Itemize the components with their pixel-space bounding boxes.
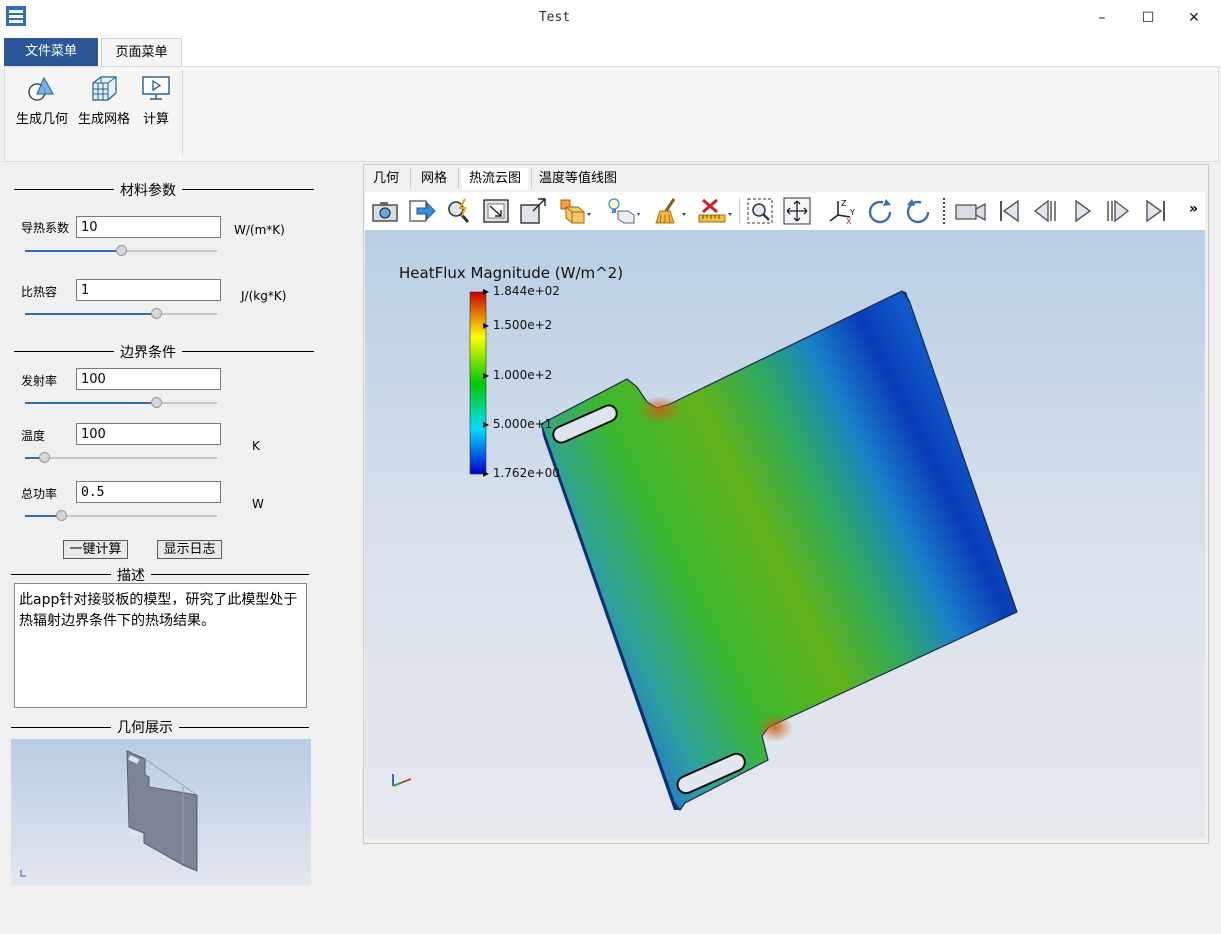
heat-capacity-unit: J/(kg*K) [241, 289, 287, 303]
geometry-icon [28, 76, 55, 101]
first-frame-icon[interactable] [995, 197, 1023, 225]
toolbar-overflow-button[interactable]: » [1189, 201, 1198, 217]
legend-tick-100-value: 1.000e+2 [492, 368, 553, 382]
power-label: 总功率 [21, 487, 58, 501]
maximize-button[interactable]: ☐ [1126, 6, 1170, 30]
zoom-box-icon[interactable] [519, 197, 547, 225]
export-icon[interactable] [408, 197, 436, 225]
generate-mesh-label: 生成网格 [77, 112, 130, 127]
heat-capacity-label: 比热容 [21, 285, 58, 299]
svg-text:Y: Y [849, 208, 855, 217]
last-frame-icon[interactable] [1142, 197, 1170, 225]
ribbon-separator [182, 70, 183, 156]
tab-file-menu[interactable]: 文件菜单 [4, 38, 98, 66]
generate-mesh-button[interactable]: 生成网格 [76, 70, 132, 142]
window-title: Test [538, 10, 571, 25]
tab-heatflux-contour[interactable]: 热流云图 [462, 168, 528, 190]
emissivity-label: 发射率 [21, 374, 58, 388]
description-text: 此app针对接驳板的模型，研究了此模型处于热辐射边界条件下的热场结果。 [14, 583, 307, 708]
tab-mesh[interactable]: 网格 [414, 168, 454, 190]
minimize-button[interactable]: – [1080, 6, 1124, 30]
ruler-icon[interactable] [698, 197, 732, 225]
tab-separator [458, 168, 459, 188]
probe-icon[interactable] [445, 197, 473, 225]
clear-icon[interactable] [652, 197, 686, 225]
camera-icon[interactable] [371, 197, 399, 225]
geometry-preview [11, 739, 311, 886]
generate-geometry-button[interactable]: 生成几何 [12, 70, 72, 142]
close-button[interactable]: ✕ [1172, 6, 1216, 30]
generate-geometry-label: 生成几何 [15, 112, 68, 127]
material-section-title: 材料参数 [114, 180, 182, 200]
rotate-ccw-icon[interactable] [904, 197, 932, 225]
legend-tick-100: ▸ 1.000e+2 [483, 368, 553, 382]
temperature-label: 温度 [21, 429, 46, 443]
orientation-axes [392, 774, 412, 787]
description-section-rule [11, 574, 309, 575]
compute-button[interactable]: 计算 [137, 70, 175, 142]
axes-icon[interactable]: ZYX [826, 197, 860, 226]
power-slider[interactable] [25, 509, 217, 523]
tab-temperature-isolines[interactable]: 温度等值线图 [535, 168, 621, 190]
legend-tick-min-value: 1.762e+00 [492, 466, 560, 480]
tab-geometry[interactable]: 几何 [366, 168, 406, 190]
one-click-compute-button[interactable]: 一键计算 [63, 540, 128, 559]
power-unit: W [252, 497, 264, 511]
compute-label: 计算 [142, 112, 169, 127]
show-log-button[interactable]: 显示日志 [157, 540, 222, 559]
rotate-cw-icon[interactable] [866, 197, 894, 225]
cube-view-icon[interactable] [558, 197, 592, 225]
description-section-title: 描述 [111, 565, 151, 585]
slider-handle[interactable] [39, 452, 50, 463]
geometry-section-title: 几何展示 [111, 717, 179, 737]
tab-separator [410, 168, 411, 188]
compute-icon [142, 76, 170, 100]
video-camera-icon[interactable] [954, 197, 988, 225]
legend-tick-150-value: 1.500e+2 [492, 318, 553, 332]
heat-capacity-slider[interactable] [25, 307, 217, 321]
ribbon-panel [4, 66, 1219, 162]
toolbar-separator [943, 198, 947, 224]
emissivity-input[interactable]: 100 [76, 368, 221, 390]
svg-text:Z: Z [841, 199, 847, 208]
toolbar-separator [739, 198, 740, 224]
slider-handle[interactable] [151, 308, 162, 319]
slider-handle[interactable] [151, 397, 162, 408]
legend-tick-50-value: 5.000e+1 [492, 417, 553, 431]
play-icon[interactable] [1068, 197, 1096, 225]
previous-frame-icon[interactable] [1031, 197, 1059, 225]
render-viewport[interactable]: HeatFlux Magnitude (W/m^2) ▸ 1.844e+02 ▸… [365, 230, 1205, 838]
next-frame-icon[interactable] [1104, 197, 1132, 225]
boundary-section-title: 边界条件 [114, 342, 182, 362]
power-input[interactable]: 0.5 [76, 481, 221, 503]
legend-tick-50: ▸ 5.000e+1 [483, 417, 553, 431]
slider-handle[interactable] [116, 245, 127, 256]
tab-page-menu[interactable]: 页面菜单 [101, 38, 182, 67]
zoom-region-icon[interactable] [746, 197, 774, 225]
geometry-preview-model [20, 750, 198, 877]
light-icon[interactable] [606, 197, 640, 225]
legend-tick-min: ▸ 1.762e+00 [483, 466, 560, 480]
conductivity-slider[interactable] [25, 244, 217, 258]
conductivity-input[interactable]: 10 [76, 216, 221, 238]
ribbon-tabstrip [0, 36, 1221, 66]
temperature-slider[interactable] [25, 451, 217, 465]
mesh-icon [92, 76, 117, 101]
legend-tick-150: ▸ 1.500e+2 [483, 318, 553, 332]
slider-handle[interactable] [56, 510, 67, 521]
legend-tick-max-value: 1.844e+02 [492, 284, 560, 298]
pan-icon[interactable] [783, 197, 811, 225]
zoom-fit-icon[interactable] [482, 197, 510, 225]
temperature-input[interactable]: 100 [76, 423, 221, 445]
legend-tick-max: ▸ 1.844e+02 [483, 284, 560, 298]
heat-capacity-input[interactable]: 1 [76, 279, 221, 301]
conductivity-label: 导热系数 [21, 221, 70, 235]
emissivity-slider[interactable] [25, 396, 217, 410]
conductivity-unit: W/(m*K) [234, 223, 285, 237]
svg-text:X: X [846, 217, 852, 225]
tab-separator [531, 168, 532, 188]
temperature-unit: K [252, 439, 260, 453]
